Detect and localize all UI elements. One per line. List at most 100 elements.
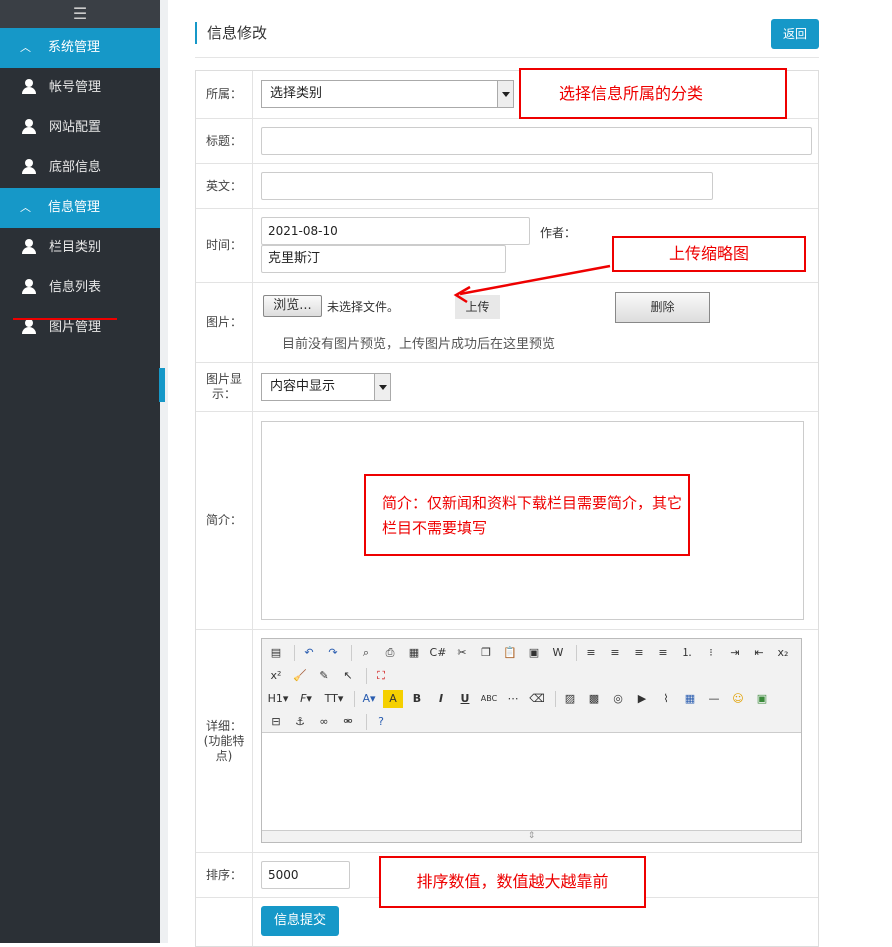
- heading-icon[interactable]: H1▾: [266, 690, 290, 708]
- redo-icon[interactable]: ↷: [323, 644, 343, 662]
- anchor-icon[interactable]: ⚓: [290, 713, 310, 731]
- unlink-icon[interactable]: ⚮: [338, 713, 358, 731]
- chevron-down-icon: [497, 81, 513, 107]
- english-title-input[interactable]: [261, 172, 713, 200]
- submit-button[interactable]: 信息提交: [261, 906, 339, 936]
- font-family-icon[interactable]: F▾: [294, 690, 318, 708]
- underline-icon[interactable]: U: [455, 690, 475, 708]
- file-status: 未选择文件。: [327, 300, 400, 314]
- align-right-icon[interactable]: ≡: [629, 644, 649, 662]
- fullscreen-icon[interactable]: ⛶: [371, 667, 391, 685]
- undo-icon[interactable]: ↶: [299, 644, 319, 662]
- pagebreak-icon[interactable]: ⊟: [266, 713, 286, 731]
- author-input[interactable]: 克里斯汀: [261, 245, 506, 273]
- code-icon[interactable]: C#: [428, 644, 448, 662]
- select-all-icon[interactable]: ↖: [338, 667, 358, 685]
- annotation-summary: 简介：仅新闻和资料下载栏目需要简介，其它栏目不需要填写: [364, 474, 690, 556]
- main-content: 信息修改 返回 所属： 选择类别 选择信息所属的分类 标题： 英文： 时间： 2…: [168, 0, 892, 947]
- user-icon: [22, 239, 36, 254]
- sort-input[interactable]: 5000: [261, 861, 350, 889]
- help-icon[interactable]: ?: [371, 713, 391, 731]
- bold-icon[interactable]: B: [407, 690, 427, 708]
- cut-icon[interactable]: ✂: [452, 644, 472, 662]
- sidebar-item-images[interactable]: 图片管理: [0, 308, 160, 348]
- editor-body[interactable]: [262, 733, 801, 830]
- menu-toggle-icon[interactable]: ☰: [0, 0, 160, 28]
- subscript-icon[interactable]: x₂: [773, 644, 793, 662]
- editor-toolbar: ▤ ↶ ↷ ⌕ ⎙ ▦ C# ✂ ❐ 📋 ▣ W ≡ ≡ ≡ ≡ ⒈ ⁝ ⇥ ⇤…: [262, 639, 801, 733]
- field-label: 时间：: [196, 209, 253, 282]
- sidebar: ☰ ︿ 系统管理 帐号管理 网站配置 底部信息 ︿ 信息管理 栏目类别 信息列表 图…: [0, 0, 160, 943]
- font-color-icon[interactable]: A▾: [359, 690, 379, 708]
- row-time: 时间： 2021-08-10 作者： 克里斯汀 上传缩略图: [196, 209, 818, 283]
- image-display-select[interactable]: 内容中显示: [261, 373, 391, 401]
- picture-icon[interactable]: ▣: [752, 690, 772, 708]
- sidebar-item-accounts[interactable]: 帐号管理: [0, 68, 160, 108]
- align-left-icon[interactable]: ≡: [581, 644, 601, 662]
- sidebar-item-categories[interactable]: 栏目类别: [0, 228, 160, 268]
- format-painter-icon[interactable]: ✎: [314, 667, 334, 685]
- sidebar-item-label: 网站配置: [49, 120, 102, 135]
- delete-button[interactable]: 删除: [615, 292, 710, 323]
- sidebar-collapse-handle[interactable]: [159, 368, 165, 402]
- user-icon: [22, 159, 36, 174]
- sidebar-item-label: 底部信息: [49, 160, 102, 175]
- multi-image-icon[interactable]: ▩: [584, 690, 604, 708]
- user-icon: [22, 319, 36, 334]
- outdent-icon[interactable]: ⇤: [749, 644, 769, 662]
- preview-icon[interactable]: ⌕: [356, 644, 376, 662]
- date-input[interactable]: 2021-08-10: [261, 217, 530, 245]
- superscript-icon[interactable]: x²: [266, 667, 286, 685]
- row-category: 所属： 选择类别 选择信息所属的分类: [196, 68, 818, 119]
- select-value: 选择类别: [270, 86, 323, 101]
- paste-text-icon[interactable]: ▣: [524, 644, 544, 662]
- chevron-up-icon: ︿: [20, 41, 31, 54]
- paste-word-icon[interactable]: W: [548, 644, 568, 662]
- sidebar-group-label: 系统管理: [48, 40, 101, 55]
- image-icon[interactable]: ▨: [560, 690, 580, 708]
- table-icon[interactable]: ▦: [680, 690, 700, 708]
- align-center-icon[interactable]: ≡: [605, 644, 625, 662]
- sidebar-group-info[interactable]: ︿ 信息管理: [0, 188, 160, 228]
- print-icon[interactable]: ⎙: [380, 644, 400, 662]
- indent-icon[interactable]: ⇥: [725, 644, 745, 662]
- back-button[interactable]: 返回: [771, 19, 819, 49]
- row-sort: 排序： 5000 排序数值，数值越大越靠前: [196, 853, 818, 908]
- justify-icon[interactable]: ≡: [653, 644, 673, 662]
- emoji-icon[interactable]: ☺: [728, 690, 748, 708]
- sidebar-item-label: 图片管理: [49, 320, 102, 335]
- user-icon: [22, 279, 36, 294]
- copy-icon[interactable]: ❐: [476, 644, 496, 662]
- ordered-list-icon[interactable]: ⒈: [677, 644, 697, 662]
- attachment-icon[interactable]: ⌇: [656, 690, 676, 708]
- source-icon[interactable]: ▤: [266, 644, 286, 662]
- italic-icon[interactable]: I: [431, 690, 451, 708]
- category-select[interactable]: 选择类别: [261, 80, 514, 108]
- sidebar-group-system[interactable]: ︿ 系统管理: [0, 28, 160, 68]
- sidebar-gutter: [160, 0, 168, 943]
- resize-handle-icon[interactable]: ⇕: [262, 830, 801, 842]
- edit-form: 所属： 选择类别 选择信息所属的分类 标题： 英文： 时间： 2021-08-1…: [195, 68, 819, 947]
- flash-icon[interactable]: ◎: [608, 690, 628, 708]
- row-summary: 简介： 简介：仅新闻和资料下载栏目需要简介，其它栏目不需要填写: [196, 412, 818, 630]
- highlight-icon[interactable]: A: [383, 689, 403, 708]
- browse-button[interactable]: 浏览...: [263, 295, 322, 317]
- sidebar-item-info-list[interactable]: 信息列表: [0, 268, 160, 308]
- sidebar-item-site-config[interactable]: 网站配置: [0, 108, 160, 148]
- hr-icon[interactable]: ⋯: [503, 690, 523, 708]
- eraser-icon[interactable]: ⌫: [527, 690, 547, 708]
- sidebar-item-footer-info[interactable]: 底部信息: [0, 148, 160, 188]
- upload-button[interactable]: 上传: [455, 295, 500, 319]
- row-detail: 详细：(功能特点) ▤ ↶ ↷ ⌕ ⎙ ▦ C# ✂ ❐ 📋 ▣ W ≡ ≡ ≡…: [196, 630, 818, 853]
- insert-line-icon[interactable]: —: [704, 690, 724, 708]
- clear-format-icon[interactable]: 🧹: [290, 667, 310, 685]
- paste-icon[interactable]: 📋: [500, 644, 520, 662]
- video-icon[interactable]: ▶: [632, 690, 652, 708]
- title-input[interactable]: [261, 127, 812, 155]
- unordered-list-icon[interactable]: ⁝: [701, 644, 721, 662]
- annotation-category: 选择信息所属的分类: [519, 68, 787, 119]
- template-icon[interactable]: ▦: [404, 644, 424, 662]
- strikethrough-icon[interactable]: ABC: [479, 690, 499, 708]
- link-icon[interactable]: ∞: [314, 713, 334, 731]
- font-size-icon[interactable]: TT▾: [322, 690, 346, 708]
